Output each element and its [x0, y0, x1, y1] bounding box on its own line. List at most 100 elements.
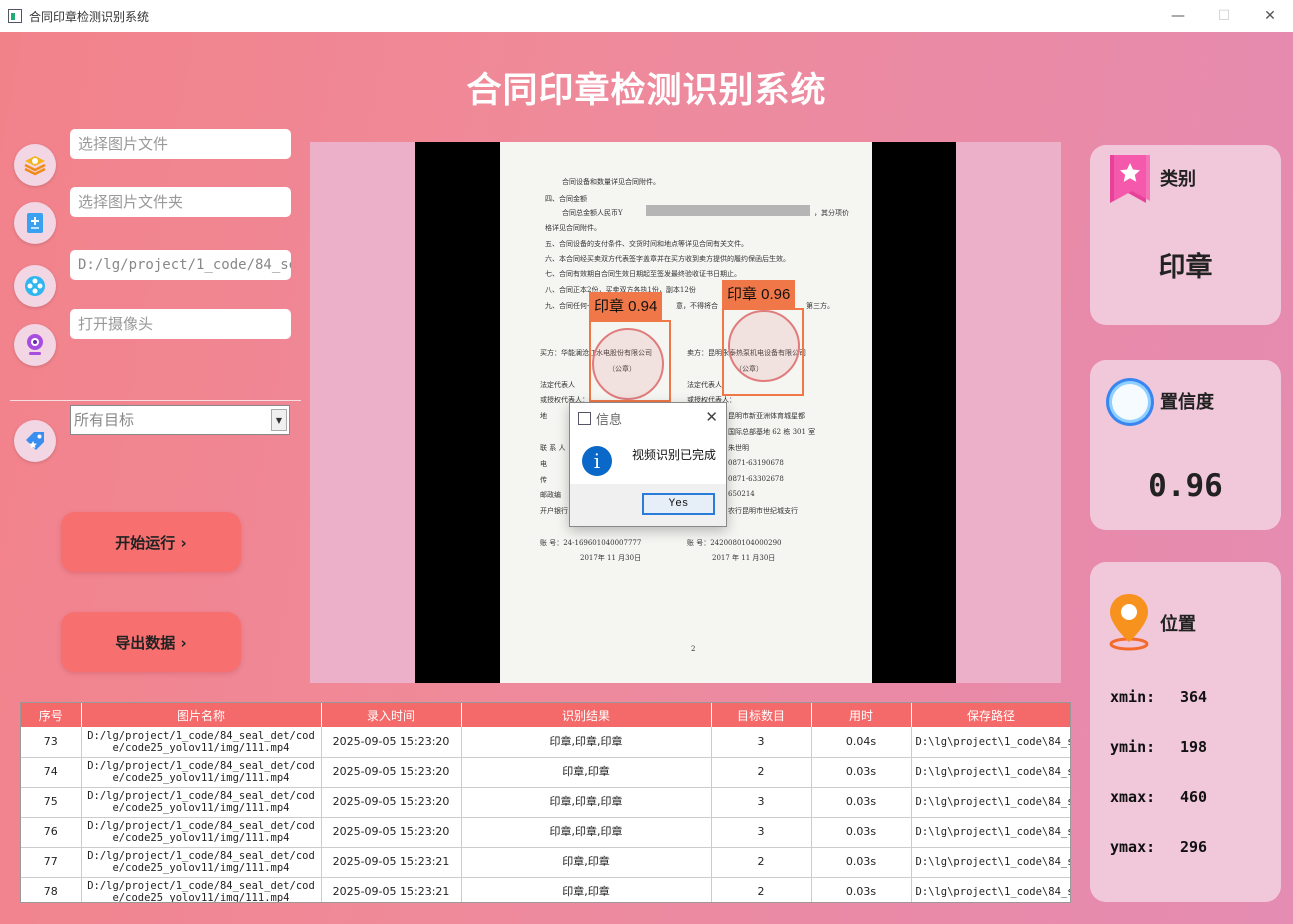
- column-header[interactable]: 目标数目: [711, 703, 812, 727]
- ymin-label: ymin:: [1110, 738, 1156, 756]
- column-header[interactable]: 保存路径: [911, 703, 1070, 727]
- table-cell: 2025-09-05 15:23:20: [321, 817, 462, 848]
- table-cell: 2: [711, 757, 812, 788]
- window-titlebar: 合同印章检测识别系统 — ☐ ✕: [0, 0, 1293, 32]
- image-file-row: 选择图片文件: [14, 129, 291, 186]
- image-file-icon[interactable]: [14, 202, 56, 244]
- ymax-value: 296: [1180, 838, 1208, 856]
- table-cell: D:\lg\project\1_code\84_s…: [911, 877, 1070, 902]
- table-cell: 0.03s: [811, 817, 912, 848]
- video-reel-icon[interactable]: [14, 265, 56, 307]
- column-header[interactable]: 序号: [21, 703, 82, 727]
- table-cell: 3: [711, 727, 812, 758]
- maximize-button[interactable]: ☐: [1201, 0, 1247, 32]
- detection-box: [589, 320, 671, 402]
- doc-line: 2017年 11 月30日: [580, 554, 642, 562]
- ring-icon: [1106, 378, 1154, 426]
- table-cell: 2025-09-05 15:23:20: [321, 787, 462, 818]
- tag-icon: [14, 420, 56, 462]
- table-row[interactable]: 73 D:/lg/project/1_code/84_seal_det/code/…: [21, 727, 1070, 758]
- table-cell: 印章,印章,印章: [461, 787, 712, 818]
- close-icon[interactable]: ✕: [705, 408, 718, 426]
- column-header[interactable]: 用时: [811, 703, 912, 727]
- close-window-button[interactable]: ✕: [1247, 0, 1293, 32]
- doc-line: 账 号：2420080104000290: [687, 539, 782, 547]
- table-cell: 0.04s: [811, 727, 912, 758]
- chevron-down-icon[interactable]: ▼: [271, 409, 287, 431]
- ymin-row: ymin: 198: [1110, 738, 1207, 756]
- location-pin-icon: [1109, 594, 1149, 651]
- table-cell: 2025-09-05 15:23:20: [321, 727, 462, 758]
- xmax-value: 460: [1180, 788, 1208, 806]
- info-icon: i: [582, 446, 612, 476]
- table-row[interactable]: 77 D:/lg/project/1_code/84_seal_det/code/…: [21, 847, 1070, 878]
- table-cell: D:\lg\project\1_code\84_s…: [911, 847, 1070, 878]
- table-cell: D:\lg\project\1_code\84_s…: [911, 727, 1070, 758]
- xmax-row: xmax: 460: [1110, 788, 1207, 806]
- table-cell: D:\lg\project\1_code\84_s…: [911, 757, 1070, 788]
- doc-line: 七、合同有效期自合同生效日期起至签发最终验收证书日期止。: [545, 270, 741, 278]
- position-label: 位置: [1160, 614, 1196, 635]
- table-row[interactable]: 75 D:/lg/project/1_code/84_seal_det/code/…: [21, 787, 1070, 818]
- column-header[interactable]: 图片名称: [81, 703, 322, 727]
- layers-icon[interactable]: [14, 144, 56, 186]
- detection-label: 印章 0.94: [589, 292, 663, 322]
- app-main: 合同印章检测识别系统 选择图片文件 选择图片文件夹 D:/lg/project/…: [0, 32, 1293, 924]
- table-cell: 78: [21, 877, 82, 902]
- xmin-row: xmin: 364: [1110, 688, 1207, 706]
- app-icon: [8, 9, 22, 23]
- doc-line: 合同设备和数量详见合同附件。: [562, 178, 660, 186]
- detection-label: 印章 0.96: [722, 280, 796, 310]
- minimize-button[interactable]: —: [1155, 0, 1201, 32]
- image-folder-input[interactable]: 选择图片文件夹: [70, 187, 291, 217]
- doc-line: 电: [540, 460, 547, 468]
- video-path-input[interactable]: D:/lg/project/1_code/84_seal_det/code/co…: [70, 250, 291, 280]
- video-row: D:/lg/project/1_code/84_seal_det/code/co…: [14, 250, 291, 307]
- table-cell: 印章,印章,印章: [461, 727, 712, 758]
- table-cell: D:/lg/project/1_code/84_seal_det/code/co…: [81, 877, 322, 902]
- dialog-yes-button[interactable]: Yes: [642, 493, 715, 515]
- table-cell: 0.03s: [811, 757, 912, 788]
- image-folder-row: 选择图片文件夹: [14, 187, 291, 244]
- redaction-bar: [646, 205, 810, 216]
- table-cell: 3: [711, 817, 812, 848]
- table-cell: D:/lg/project/1_code/84_seal_det/code/co…: [81, 817, 322, 848]
- table-cell: 2: [711, 847, 812, 878]
- webcam-icon[interactable]: [14, 324, 56, 366]
- category-label: 类别: [1160, 169, 1196, 190]
- doc-line: 五、合同设备的支付条件、交货时间和地点等详见合同有关文件。: [545, 240, 748, 248]
- table-cell: 2: [711, 877, 812, 902]
- start-button[interactable]: 开始运行 ›: [61, 512, 241, 572]
- doc-line: 0871-63190678: [728, 459, 784, 467]
- page-title: 合同印章检测识别系统: [466, 71, 827, 111]
- detection-box: [722, 308, 804, 396]
- table-row[interactable]: 74 D:/lg/project/1_code/84_seal_det/code/…: [21, 757, 1070, 788]
- doc-line: 农行昆明市世纪城支行: [728, 507, 798, 515]
- dialog-footer: Yes: [570, 484, 726, 526]
- results-table[interactable]: 序号 图片名称 录入时间 识别结果 目标数目 用时 保存路径 73 D:/lg/p…: [20, 702, 1071, 903]
- table-row[interactable]: 76 D:/lg/project/1_code/84_seal_det/code/…: [21, 817, 1070, 848]
- category-card: 类别 印章: [1090, 145, 1281, 325]
- doc-line: 开户银行: [540, 507, 568, 515]
- image-file-input[interactable]: 选择图片文件: [70, 129, 291, 159]
- table-row[interactable]: 78 D:/lg/project/1_code/84_seal_det/code/…: [21, 877, 1070, 902]
- doc-line: ，其分项价: [814, 209, 849, 217]
- dialog-app-icon: [578, 411, 591, 425]
- camera-input[interactable]: 打开摄像头: [70, 309, 291, 339]
- table-cell: 75: [21, 787, 82, 818]
- doc-line: 联 系 人: [540, 444, 566, 452]
- target-select[interactable]: 所有目标 ▼: [70, 405, 290, 435]
- column-header[interactable]: 录入时间: [321, 703, 462, 727]
- target-filter-row: 所有目标 ▼: [14, 405, 290, 462]
- column-header[interactable]: 识别结果: [461, 703, 712, 727]
- sidebar-divider: [10, 400, 301, 401]
- table-cell: D:\lg\project\1_code\84_s…: [911, 787, 1070, 818]
- confidence-card: 置信度 0.96: [1090, 360, 1281, 530]
- xmin-label: xmin:: [1110, 688, 1156, 706]
- table-cell: 印章,印章: [461, 877, 712, 902]
- export-button[interactable]: 导出数据 ›: [61, 612, 241, 672]
- category-value: 印章: [1158, 252, 1213, 283]
- confidence-value: 0.96: [1148, 468, 1223, 504]
- doc-line: 法定代表人: [687, 381, 722, 389]
- table-cell: D:/lg/project/1_code/84_seal_det/code/co…: [81, 727, 322, 758]
